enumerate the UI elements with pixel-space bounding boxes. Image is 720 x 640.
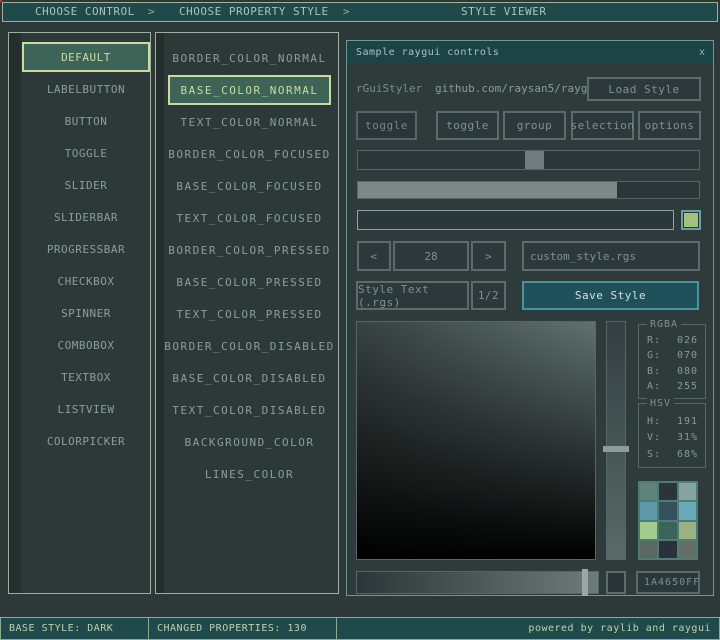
page-indicator-button[interactable]: 1/2 [471, 281, 506, 310]
hsv-row-v: V:31% [647, 432, 698, 443]
palette-swatch[interactable] [679, 522, 696, 539]
prop-item-base-color-focused[interactable]: BASE_COLOR_FOCUSED [168, 171, 331, 201]
breadcrumb-separator-icon: > [148, 3, 155, 21]
list-item-checkbox[interactable]: CHECKBOX [22, 266, 150, 296]
hsv-row-s: S:68% [647, 449, 698, 460]
alpha-slider-thumb[interactable] [582, 569, 588, 596]
rgba-row-b: B:080 [647, 366, 698, 377]
sample-window-titlebar[interactable]: Sample raygui controls x [347, 41, 713, 64]
list-item-button[interactable]: BUTTON [22, 106, 150, 136]
sample-progressbar [357, 181, 700, 199]
prop-item-base-color-pressed[interactable]: BASE_COLOR_PRESSED [168, 267, 331, 297]
hsv-row-h: H:191 [647, 416, 698, 427]
slider-thumb[interactable] [525, 151, 544, 169]
spinner-increment-button[interactable]: > [471, 241, 506, 271]
load-style-button[interactable]: Load Style [587, 77, 701, 101]
prop-item-text-color-normal[interactable]: TEXT_COLOR_NORMAL [168, 107, 331, 137]
palette-swatch[interactable] [640, 483, 657, 500]
progressbar-fill [358, 182, 617, 198]
breadcrumb-step-style-viewer: STYLE VIEWER [461, 3, 546, 21]
list-item-labelbutton[interactable]: LABELBUTTON [22, 74, 150, 104]
prop-item-text-color-focused[interactable]: TEXT_COLOR_FOCUSED [168, 203, 331, 233]
hsv-groupbox: HSV H:191 V:31% S:68% [638, 403, 706, 468]
repo-url-label: github.com/raysan5/raygui [435, 77, 601, 101]
breadcrumb-step-choose-property: CHOOSE PROPERTY STYLE [179, 3, 329, 21]
value-slider[interactable] [606, 321, 626, 560]
close-icon[interactable]: x [699, 41, 705, 64]
spinner-decrement-button[interactable]: < [357, 241, 391, 271]
list-item-listview[interactable]: LISTVIEW [22, 394, 150, 424]
prop-item-border-color-focused[interactable]: BORDER_COLOR_FOCUSED [168, 139, 331, 169]
toggle-group-group[interactable]: group [503, 111, 566, 140]
sample-checkbox[interactable] [681, 210, 701, 230]
rgba-row-r: R:026 [647, 335, 698, 346]
alpha-slider[interactable] [356, 571, 599, 594]
list-item-toggle[interactable]: TOGGLE [22, 138, 150, 168]
prop-item-background-color[interactable]: BACKGROUND_COLOR [168, 427, 331, 457]
window-title: Sample raygui controls [356, 41, 499, 64]
save-style-button[interactable]: Save Style [522, 281, 699, 310]
status-credits: powered by raylib and raygui [336, 617, 720, 640]
palette-swatch[interactable] [679, 502, 696, 519]
list-item-spinner[interactable]: SPINNER [22, 298, 150, 328]
list-item-slider[interactable]: SLIDER [22, 170, 150, 200]
list-item-colorpicker[interactable]: COLORPICKER [22, 426, 150, 456]
sample-slider[interactable] [357, 150, 700, 170]
style-text-button[interactable]: Style Text (.rgs) [356, 281, 469, 310]
list-item-combobox[interactable]: COMBOBOX [22, 330, 150, 360]
list-item-default[interactable]: DEFAULT [22, 42, 150, 72]
palette-swatch[interactable] [659, 483, 676, 500]
checkbox-check [684, 213, 698, 227]
status-base-style: BASE STYLE: DARK [0, 617, 149, 640]
value-slider-thumb[interactable] [603, 446, 629, 452]
styler-name-label: rGuiStyler [356, 77, 422, 101]
palette-swatch[interactable] [679, 483, 696, 500]
status-changed-properties: CHANGED PROPERTIES: 130 [148, 617, 337, 640]
controls-list: DEFAULT LABELBUTTON BUTTON TOGGLE SLIDER… [8, 32, 151, 594]
prop-item-border-color-normal[interactable]: BORDER_COLOR_NORMAL [168, 43, 331, 73]
toggle-group-options[interactable]: options [638, 111, 701, 140]
breadcrumb-bar: CHOOSE CONTROL > CHOOSE PROPERTY STYLE >… [2, 2, 718, 22]
prop-item-lines-color[interactable]: LINES_COLOR [168, 459, 331, 489]
prop-item-base-color-normal[interactable]: BASE_COLOR_NORMAL [168, 75, 331, 105]
palette-swatch[interactable] [640, 502, 657, 519]
list-item-progressbar[interactable]: PROGRESSBAR [22, 234, 150, 264]
palette-swatch[interactable] [640, 522, 657, 539]
palette-swatch[interactable] [640, 541, 657, 558]
rgba-row-g: G:070 [647, 350, 698, 361]
hex-color-input[interactable]: 1A4650FF [636, 571, 700, 594]
color-palette [638, 481, 698, 560]
prop-item-text-color-disabled[interactable]: TEXT_COLOR_DISABLED [168, 395, 331, 425]
filename-input[interactable]: custom_style.rgs [522, 241, 700, 271]
list-item-textbox[interactable]: TEXTBOX [22, 362, 150, 392]
prop-item-border-color-disabled[interactable]: BORDER_COLOR_DISABLED [168, 331, 331, 361]
rguistyler-app: CHOOSE CONTROL > CHOOSE PROPERTY STYLE >… [0, 0, 720, 640]
rgba-row-a: A:255 [647, 381, 698, 392]
sample-window: Sample raygui controls x rGuiStyler gith… [346, 40, 714, 596]
breadcrumb-step-choose-control: CHOOSE CONTROL [35, 3, 135, 21]
prop-item-border-color-pressed[interactable]: BORDER_COLOR_PRESSED [168, 235, 331, 265]
rgba-groupbox: RGBA R:026 G:070 B:080 A:255 [638, 324, 706, 399]
properties-list-scrollbar[interactable] [156, 33, 164, 593]
breadcrumb-separator-icon: > [343, 3, 350, 21]
palette-swatch[interactable] [659, 541, 676, 558]
palette-swatch[interactable] [659, 502, 676, 519]
toggle-group-selection[interactable]: selection [571, 111, 634, 140]
toggle-group-toggle[interactable]: toggle [436, 111, 499, 140]
toggle-button[interactable]: toggle [356, 111, 417, 140]
palette-swatch[interactable] [659, 522, 676, 539]
color-panel[interactable] [356, 321, 596, 560]
color-preview-box[interactable] [606, 571, 626, 594]
prop-item-text-color-pressed[interactable]: TEXT_COLOR_PRESSED [168, 299, 331, 329]
properties-list: BORDER_COLOR_NORMAL BASE_COLOR_NORMAL TE… [155, 32, 339, 594]
list-item-sliderbar[interactable]: SLIDERBAR [22, 202, 150, 232]
spinner-value[interactable]: 28 [393, 241, 469, 271]
prop-item-base-color-disabled[interactable]: BASE_COLOR_DISABLED [168, 363, 331, 393]
sample-textbox[interactable] [357, 210, 674, 230]
palette-swatch[interactable] [679, 541, 696, 558]
controls-list-scrollbar[interactable] [9, 33, 21, 593]
